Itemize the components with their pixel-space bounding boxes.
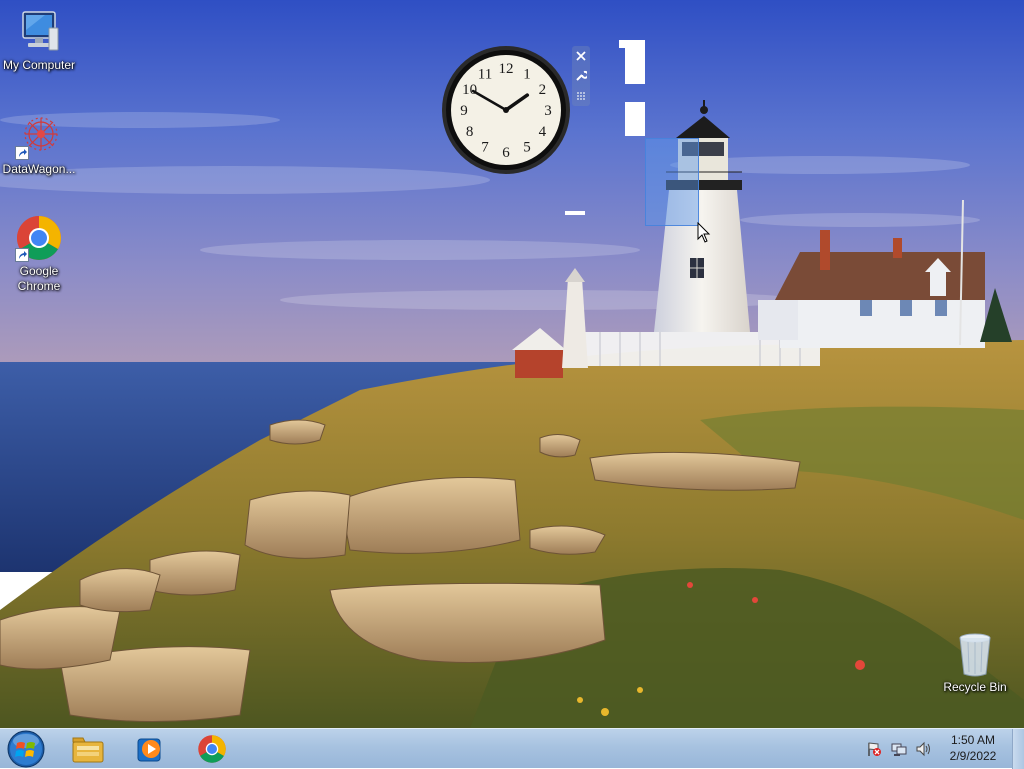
media-player-icon: [137, 738, 161, 762]
start-orb-icon: [7, 730, 45, 768]
clock-numeral: 7: [481, 139, 489, 155]
selection-rectangle: [645, 138, 699, 226]
desktop-icon-my-computer[interactable]: My Computer: [0, 8, 78, 73]
taskbar-media-player-button[interactable]: [124, 731, 176, 767]
desktop-icon-label: Recycle Bin: [943, 680, 1007, 694]
clock-numeral: 9: [460, 103, 468, 119]
clock-gadget[interactable]: 12 12 3 45678 9 1011: [440, 44, 572, 176]
wrench-icon[interactable]: [572, 66, 590, 86]
gadget-toolbar: [572, 46, 590, 106]
clock-numeral: 2: [539, 82, 547, 98]
drag-handle-icon[interactable]: [572, 86, 590, 106]
clock-numeral: 10: [462, 82, 477, 98]
clock-numeral: 6: [502, 145, 510, 161]
mouse-cursor-icon: [697, 222, 711, 243]
clock-numeral: 3: [544, 103, 552, 119]
render-artifact: [625, 48, 645, 84]
render-artifact: [619, 40, 645, 48]
desktop-icon-label: Google Chrome: [17, 264, 61, 293]
taskbar-date: 2/9/2022: [949, 749, 997, 763]
taskbar-clock[interactable]: 1:50 AM 2/9/2022: [938, 732, 1008, 764]
network-icon[interactable]: [891, 741, 907, 757]
shortcut-arrow-icon: [15, 146, 29, 160]
taskbar: 1:50 AM 2/9/2022: [0, 728, 1024, 769]
clock-numeral: 4: [539, 124, 547, 140]
desktop-icon-label: My Computer: [2, 58, 76, 72]
clock-numeral: 1: [523, 67, 531, 83]
clock-numeral: 12: [499, 61, 514, 77]
recycle-bin-icon: [951, 630, 999, 678]
start-button[interactable]: [6, 730, 46, 768]
taskbar-time: 1:50 AM: [950, 733, 996, 747]
desktop-icon-datawagon[interactable]: DataWagon...: [0, 112, 78, 177]
clock-numeral: 8: [466, 124, 474, 140]
volume-icon[interactable]: [915, 741, 931, 757]
close-icon[interactable]: [572, 46, 590, 66]
clock-numeral: 11: [478, 67, 492, 83]
render-artifact: [625, 102, 645, 136]
chrome-icon: [15, 214, 63, 262]
shortcut-arrow-icon: [15, 248, 29, 262]
datawagon-icon: [15, 112, 63, 160]
chrome-icon: [198, 735, 226, 763]
clock-numeral: 5: [523, 139, 531, 155]
taskbar-file-explorer-button[interactable]: [62, 731, 114, 767]
show-desktop-button[interactable]: [1012, 729, 1024, 769]
computer-icon: [15, 8, 63, 56]
desktop-icon-google-chrome[interactable]: Google Chrome: [0, 214, 78, 294]
desktop-icon-label: DataWagon...: [2, 162, 76, 176]
file-explorer-icon: [72, 737, 104, 763]
action-center-flag-icon[interactable]: [866, 741, 882, 757]
desktop-icon-recycle-bin[interactable]: Recycle Bin: [936, 630, 1014, 695]
render-artifact: [565, 211, 585, 215]
taskbar-chrome-button[interactable]: [186, 731, 238, 767]
